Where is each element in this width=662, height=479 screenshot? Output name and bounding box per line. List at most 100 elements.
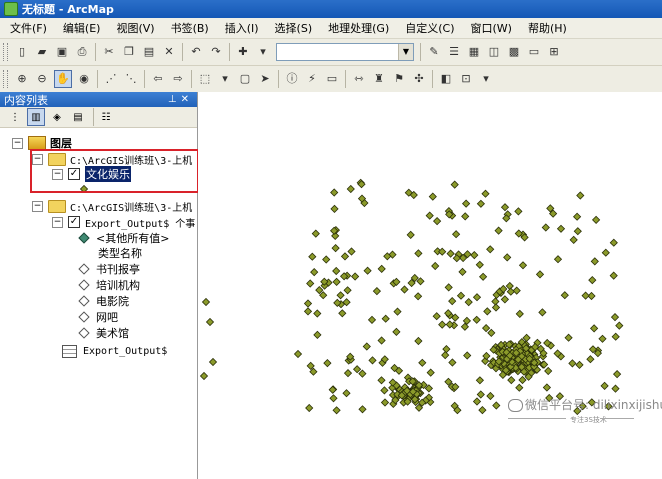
model-builder-icon[interactable]: ⊞ <box>546 44 562 60</box>
map-point <box>589 324 599 333</box>
chevron-down-icon[interactable]: ▼ <box>398 44 413 60</box>
pan-icon[interactable]: ✋ <box>54 70 72 88</box>
python-window-icon[interactable]: ▭ <box>526 44 542 60</box>
pin-icon[interactable]: ⊥ <box>168 94 181 105</box>
class-row[interactable]: 美术馆 <box>78 325 129 341</box>
undo-icon[interactable]: ↶ <box>188 44 204 60</box>
redo-icon[interactable]: ↷ <box>208 44 224 60</box>
new-document-icon[interactable]: ▯ <box>14 44 30 60</box>
paste-icon[interactable]: ▤ <box>141 44 157 60</box>
fixed-zoom-out-icon[interactable]: ⋱ <box>123 71 139 87</box>
clear-selection-icon[interactable]: ▢ <box>237 71 253 87</box>
select-elements-icon[interactable]: ➤ <box>257 71 273 87</box>
go-to-xy-icon[interactable]: ✣ <box>411 71 427 87</box>
arctoolbox-icon[interactable]: ▩ <box>506 44 522 60</box>
collapse-icon[interactable]: − <box>52 216 63 228</box>
collapse-icon[interactable]: − <box>12 137 23 149</box>
map-point <box>478 405 487 415</box>
map-point <box>332 406 341 415</box>
menu-help[interactable]: 帮助(H) <box>522 20 573 36</box>
map-point <box>500 203 510 212</box>
list-by-selection-icon[interactable]: ▤ <box>69 108 87 126</box>
find-icon[interactable]: ♜ <box>371 71 387 87</box>
zoom-out-icon[interactable]: ⊖ <box>34 71 50 87</box>
other-values-row[interactable]: <其他所有值> <box>78 230 170 246</box>
create-viewer-window-icon[interactable]: ⊡ <box>458 71 474 87</box>
class-row[interactable]: 培训机构 <box>78 277 140 293</box>
list-by-drawing-order-icon[interactable]: ⋮ <box>6 108 24 126</box>
delete-icon[interactable]: ✕ <box>161 44 177 60</box>
other-values-label: <其他所有值> <box>96 232 170 245</box>
class-row[interactable]: 网吧 <box>78 309 118 325</box>
map-point <box>346 184 355 194</box>
standalone-table-row[interactable]: Export_Output$ <box>62 343 167 359</box>
layer2-label[interactable]: Export_Output$ 个事 <box>85 215 195 230</box>
menu-bookmarks[interactable]: 书签(B) <box>165 20 215 36</box>
toolbar-grip[interactable] <box>3 70 8 88</box>
toc-layer2-row[interactable]: − ✓ Export_Output$ 个事 <box>52 214 195 230</box>
save-icon[interactable]: ▣ <box>54 44 70 60</box>
menu-customize[interactable]: 自定义(C) <box>399 20 460 36</box>
copy-icon[interactable]: ❐ <box>121 44 137 60</box>
identify-icon[interactable]: ⓘ <box>284 71 300 87</box>
map-point <box>330 204 339 214</box>
map-point <box>350 272 360 281</box>
hyperlink-icon[interactable]: ⚡ <box>304 71 320 87</box>
map-point <box>205 317 215 327</box>
map-point <box>478 272 488 281</box>
print-icon[interactable]: ⎙ <box>74 44 90 60</box>
toolbar-grip[interactable] <box>3 43 8 61</box>
html-popup-icon[interactable]: ▭ <box>324 71 340 87</box>
select-features-dropdown-icon[interactable]: ▾ <box>217 71 233 87</box>
table-of-contents-icon[interactable]: ☰ <box>446 44 462 60</box>
group2-path: C:\ArcGIS训练班\3-上机 <box>70 202 193 214</box>
menu-geoprocessing[interactable]: 地理处理(G) <box>322 20 395 36</box>
menu-insert[interactable]: 插入(I) <box>219 20 265 36</box>
map-point <box>426 368 435 377</box>
menu-view[interactable]: 视图(V) <box>110 20 160 36</box>
search-window-icon[interactable]: ◫ <box>486 44 502 60</box>
map-point <box>332 266 341 276</box>
cut-icon[interactable]: ✂ <box>101 44 117 60</box>
menu-windows[interactable]: 窗口(W) <box>465 20 518 36</box>
map-point <box>381 314 390 323</box>
editor-toolbar-icon[interactable]: ✎ <box>426 44 442 60</box>
zoom-in-icon[interactable]: ⊕ <box>14 71 30 87</box>
back-extent-icon[interactable]: ⇦ <box>150 71 166 87</box>
collapse-icon[interactable]: − <box>32 200 43 212</box>
menu-selection[interactable]: 选择(S) <box>269 20 319 36</box>
add-data-dropdown-icon[interactable]: ▾ <box>255 44 271 60</box>
toc-group2-row[interactable]: − C:\ArcGIS训练班\3-上机 <box>32 198 192 214</box>
map-point <box>380 386 389 395</box>
table-label[interactable]: Export_Output$ <box>83 346 167 357</box>
find-route-icon[interactable]: ⚑ <box>391 71 407 87</box>
measure-icon[interactable]: ⇿ <box>351 71 367 87</box>
open-icon[interactable]: ▰ <box>34 44 50 60</box>
toc-options-icon[interactable]: ☷ <box>97 108 115 126</box>
map-point <box>425 211 434 220</box>
catalog-icon[interactable]: ▦ <box>466 44 482 60</box>
add-data-icon[interactable]: ✚ <box>235 44 251 60</box>
map-point <box>347 247 356 256</box>
select-features-icon[interactable]: ⬚ <box>197 71 213 87</box>
class-label: 培训机构 <box>96 279 140 292</box>
map-point <box>363 266 372 275</box>
symbol-icon <box>78 311 90 323</box>
menu-edit[interactable]: 编辑(E) <box>57 20 107 36</box>
forward-extent-icon[interactable]: ⇨ <box>170 71 186 87</box>
list-by-visibility-icon[interactable]: ◈ <box>48 108 66 126</box>
list-by-source-icon[interactable]: ▥ <box>27 108 45 126</box>
map-point <box>372 286 382 296</box>
full-extent-icon[interactable]: ◉ <box>76 71 92 87</box>
close-icon[interactable]: ✕ <box>181 94 193 105</box>
menu-file[interactable]: 文件(F) <box>4 20 53 36</box>
layer2-visibility-checkbox[interactable]: ✓ <box>68 216 80 228</box>
class-row[interactable]: 电影院 <box>78 293 129 309</box>
toolbar-options-dropdown-icon[interactable]: ▾ <box>478 71 494 87</box>
symbol-icon <box>78 327 90 339</box>
map-scale-combo[interactable]: ▼ <box>276 43 414 61</box>
map-point <box>573 227 582 236</box>
time-slider-icon[interactable]: ◧ <box>438 71 454 87</box>
fixed-zoom-in-icon[interactable]: ⋰ <box>103 71 119 87</box>
class-row[interactable]: 书刊报亭 <box>78 261 140 277</box>
